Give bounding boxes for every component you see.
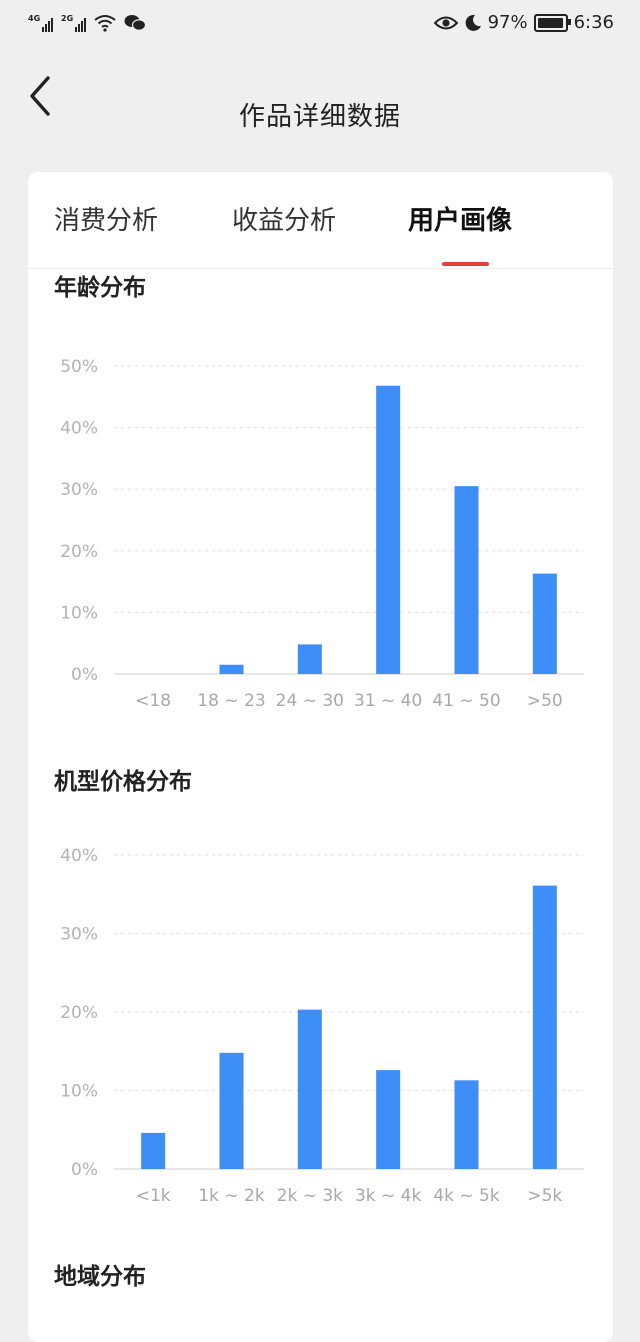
signal-icon: 4G — [28, 14, 53, 32]
tab-bar: 消费分析 收益分析 用户画像 — [28, 172, 613, 269]
y-tick-label: 30% — [60, 925, 98, 945]
x-tick-label: 41 ~ 50 — [432, 691, 500, 711]
status-left: 4G 2G — [28, 14, 146, 32]
tab-revenue-analysis[interactable]: 收益分析 — [232, 200, 336, 237]
y-tick-label: 10% — [60, 603, 98, 623]
moon-icon — [465, 14, 481, 31]
price-distribution-chart: 0% 10% 20% 30% 40% <1k 1k ~ 2k 2k ~ 3k 3k ~ 4k 4k… — [60, 846, 584, 1206]
status-right: 97% 6:36 — [433, 12, 614, 33]
x-tick-label: >50 — [527, 691, 563, 711]
x-tick-label: 31 ~ 40 — [354, 691, 422, 711]
battery-percent: 97% — [487, 12, 528, 33]
bar — [219, 664, 244, 674]
page-title: 作品详细数据 — [238, 102, 401, 132]
tab-user-profile[interactable]: 用户画像 — [408, 200, 512, 237]
bar — [454, 1080, 479, 1169]
battery-icon — [533, 13, 571, 32]
y-tick-label: 40% — [60, 419, 98, 439]
x-tick-label: <18 — [135, 691, 171, 711]
bar — [141, 1132, 166, 1169]
active-tab-indicator — [442, 262, 489, 266]
bar — [376, 1070, 401, 1169]
y-tick-label: 40% — [60, 846, 98, 866]
bar — [454, 486, 479, 674]
bar — [297, 1009, 322, 1169]
x-tick-label: >5k — [527, 1186, 562, 1206]
section-title-price: 机型价格分布 — [54, 769, 192, 795]
x-tick-label: 24 ~ 30 — [276, 691, 344, 711]
signal-type-label: 2G — [61, 14, 74, 23]
x-tick-label: 2k ~ 3k — [277, 1186, 344, 1206]
section-title-age: 年龄分布 — [54, 275, 146, 301]
clock: 6:36 — [573, 12, 614, 33]
status-bar: 4G 2G 97% 6:36 — [0, 0, 640, 52]
x-tick-label: 18 ~ 23 — [197, 691, 265, 711]
eye-icon — [433, 16, 458, 29]
wechat-icon — [124, 15, 146, 31]
y-tick-label: 10% — [60, 1082, 98, 1102]
bar — [532, 573, 557, 674]
y-tick-label: 20% — [60, 1003, 98, 1023]
age-distribution-chart: 0% 10% 20% 30% 40% 50% <18 18 ~ 23 24 ~ 30 31 ~ 4… — [60, 357, 584, 711]
bar — [219, 1052, 244, 1169]
bar — [532, 885, 557, 1169]
signal-icon: 2G — [61, 14, 86, 32]
y-tick-label: 0% — [71, 1160, 98, 1180]
y-tick-label: 0% — [71, 665, 98, 685]
section-title-region: 地域分布 — [54, 1264, 146, 1290]
x-tick-label: 3k ~ 4k — [355, 1186, 422, 1206]
header: 作品详细数据 — [0, 52, 640, 162]
bar — [297, 644, 322, 674]
x-tick-label: 4k ~ 5k — [433, 1186, 500, 1206]
bar — [376, 385, 401, 674]
tab-consumption-analysis[interactable]: 消费分析 — [54, 200, 158, 237]
y-tick-label: 30% — [60, 480, 98, 500]
x-tick-label: 1k ~ 2k — [198, 1186, 265, 1206]
content-card: 消费分析 收益分析 用户画像 年龄分布 0% 10% 20% 30% 40% 50% <18… — [28, 172, 613, 1342]
y-tick-label: 50% — [60, 357, 98, 377]
battery-level-fill — [537, 17, 563, 28]
signal-type-label: 4G — [28, 14, 41, 23]
x-tick-label: <1k — [136, 1186, 171, 1206]
y-tick-label: 20% — [60, 542, 98, 562]
wifi-icon — [94, 15, 116, 32]
